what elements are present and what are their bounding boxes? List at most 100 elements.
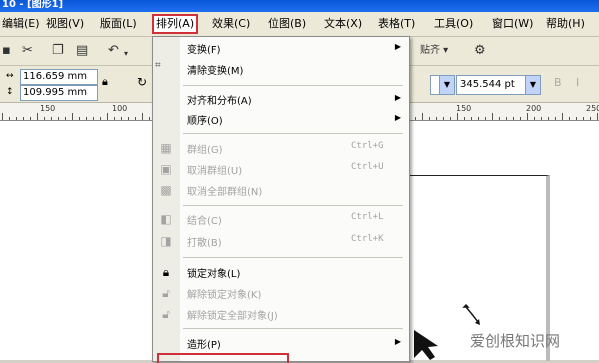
ruler-tick: [499, 117, 500, 120]
break-apart-icon: ◨: [160, 234, 172, 248]
menu-item-label: 清除变换(M): [187, 66, 244, 77]
group-icon: ▦: [160, 141, 172, 155]
cut-icon[interactable]: ✂: [22, 43, 33, 58]
chevron-down-icon[interactable]: ▼: [525, 76, 540, 94]
menu-item-lock-object[interactable]: 🔒︎ 锁定对象(L): [153, 262, 409, 282]
menu-item-clear-transformations[interactable]: 清除变换(M): [153, 59, 409, 79]
ruler-tick: [93, 117, 94, 120]
ruler-tick: [534, 117, 535, 120]
menu-item-align-distribute[interactable]: 对齐和分布(A) ▶: [153, 89, 409, 109]
menu-help[interactable]: 帮助(H): [546, 16, 585, 32]
arrange-menu: 变换(F) ▶ 清除变换(M) 对齐和分布(A) ▶ 顺序(O) ▶ ▦ 群组(…: [152, 36, 410, 362]
menu-table[interactable]: 表格(T): [378, 16, 415, 32]
menu-item-label: 变换(F): [187, 45, 221, 56]
menu-bitmaps[interactable]: 位图(B): [268, 16, 306, 32]
menu-effects[interactable]: 效果(C): [212, 16, 250, 32]
ruler-tick: [506, 117, 507, 120]
ruler-tick: [583, 117, 584, 120]
menu-separator: [183, 85, 403, 86]
font-size-combo[interactable]: 345.544 pt ▼: [456, 75, 541, 95]
menu-item-label: 取消全部群组(N): [187, 187, 263, 198]
menu-edit[interactable]: 编辑(E): [2, 16, 40, 32]
ruler-tick: [429, 117, 430, 120]
ruler-tick: [569, 117, 570, 120]
menu-separator: [183, 328, 403, 329]
menu-window[interactable]: 窗口(W): [492, 16, 533, 32]
ruler-tick: [527, 113, 528, 120]
font-dropdown[interactable]: ▼: [430, 75, 455, 95]
rotate-handle-icon[interactable]: [458, 304, 488, 328]
ruler-tick: [149, 117, 150, 120]
ruler-tick: [121, 117, 122, 120]
window-title-bar: 10 - [图形1]: [0, 0, 599, 12]
menu-item-shaping[interactable]: 造形(P) ▶: [153, 333, 409, 353]
chevron-down-icon[interactable]: ▼: [439, 76, 454, 94]
menu-layout[interactable]: 版面(L): [100, 16, 137, 32]
menu-item-unlock-object[interactable]: 🔓︎ 解除锁定对象(K): [153, 283, 409, 303]
ruler-tick: [86, 117, 87, 120]
menu-item-unlock-all-objects[interactable]: 🔓︎ 解除锁定全部对象(J): [153, 304, 409, 324]
menu-item-break-apart[interactable]: ◨ 打散(B) Ctrl+K: [153, 231, 409, 251]
ruler-tick: [485, 117, 486, 120]
ungroup-icon: ▣: [160, 162, 172, 176]
snap-to-dropdown[interactable]: 贴齐 ▾: [420, 43, 448, 58]
menu-bar: 编辑(E) 视图(V) 版面(L) 排列(A) 效果(C) 位图(B) 文本(X…: [0, 12, 599, 37]
highlight-box: [157, 353, 289, 363]
transform-tool-icon[interactable]: ⌗: [155, 60, 161, 71]
menu-tools[interactable]: 工具(O): [434, 16, 473, 32]
menu-view[interactable]: 视图(V): [46, 16, 84, 32]
italic-icon[interactable]: I: [576, 76, 579, 89]
menu-arrange[interactable]: 排列(A): [152, 14, 199, 34]
menu-item-label: 结合(C): [187, 216, 222, 227]
menu-item-ungroup-all[interactable]: ▩ 取消全部群组(N): [153, 180, 409, 200]
save-icon[interactable]: ▪: [2, 43, 11, 58]
menu-item-shortcut: Ctrl+L: [351, 212, 384, 222]
paste-icon[interactable]: ▤: [76, 43, 88, 58]
ruler-tick: [135, 117, 136, 120]
combine-icon: ◧: [160, 212, 172, 226]
ruler-tick: [37, 113, 38, 120]
undo-dropdown-icon[interactable]: ▾: [124, 46, 128, 61]
ruler-tick: [513, 117, 514, 120]
ruler-tick: [114, 117, 115, 120]
ruler-tick: [16, 117, 17, 120]
menu-item-order[interactable]: 顺序(O) ▶: [153, 109, 409, 129]
menu-item-transformations[interactable]: 变换(F) ▶: [153, 38, 409, 58]
ruler-tick: [100, 117, 101, 120]
menu-text[interactable]: 文本(X): [324, 16, 362, 32]
object-width-field[interactable]: 116.659 mm: [20, 69, 98, 85]
lock-icon: 🔒︎: [162, 265, 170, 279]
height-icon: ↕: [6, 87, 14, 97]
options-icon[interactable]: ⚙: [474, 43, 486, 58]
rotate-icon[interactable]: ↻: [137, 75, 147, 89]
bold-icon[interactable]: B: [554, 76, 562, 89]
ruler-tick: [142, 113, 143, 120]
ruler-tick: [541, 117, 542, 120]
menu-item-combine[interactable]: ◧ 结合(C) Ctrl+L: [153, 209, 409, 229]
ruler-tick: [23, 117, 24, 120]
ruler-tick: [58, 117, 59, 120]
snap-label: 贴齐: [420, 45, 440, 56]
ruler-tick: [492, 113, 493, 120]
ruler-tick: [9, 117, 10, 120]
ruler-tick: [128, 117, 129, 120]
menu-item-ungroup[interactable]: ▣ 取消群组(U) Ctrl+U: [153, 159, 409, 179]
ruler-label: 200: [526, 104, 542, 113]
ruler-tick: [443, 117, 444, 120]
ruler-tick: [471, 117, 472, 120]
ruler-tick: [415, 117, 416, 120]
menu-item-group[interactable]: ▦ 群组(G) Ctrl+G: [153, 138, 409, 158]
copy-icon[interactable]: ❐: [52, 43, 64, 58]
undo-icon[interactable]: ↶: [108, 43, 119, 58]
object-height-field[interactable]: 109.995 mm: [20, 85, 98, 101]
submenu-arrow-icon: ▶: [394, 337, 401, 346]
menu-item-label: 打散(B): [187, 238, 222, 249]
menu-item-label: 锁定对象(L): [187, 269, 241, 280]
ruler-tick: [2, 113, 3, 120]
menu-item-shortcut: Ctrl+U: [351, 162, 384, 172]
menu-separator: [183, 257, 403, 258]
ruler-tick: [555, 117, 556, 120]
lock-ratio-icon[interactable]: 🔒︎: [102, 75, 108, 89]
mouse-pointer-icon: [414, 330, 438, 360]
ruler-tick: [30, 117, 31, 120]
